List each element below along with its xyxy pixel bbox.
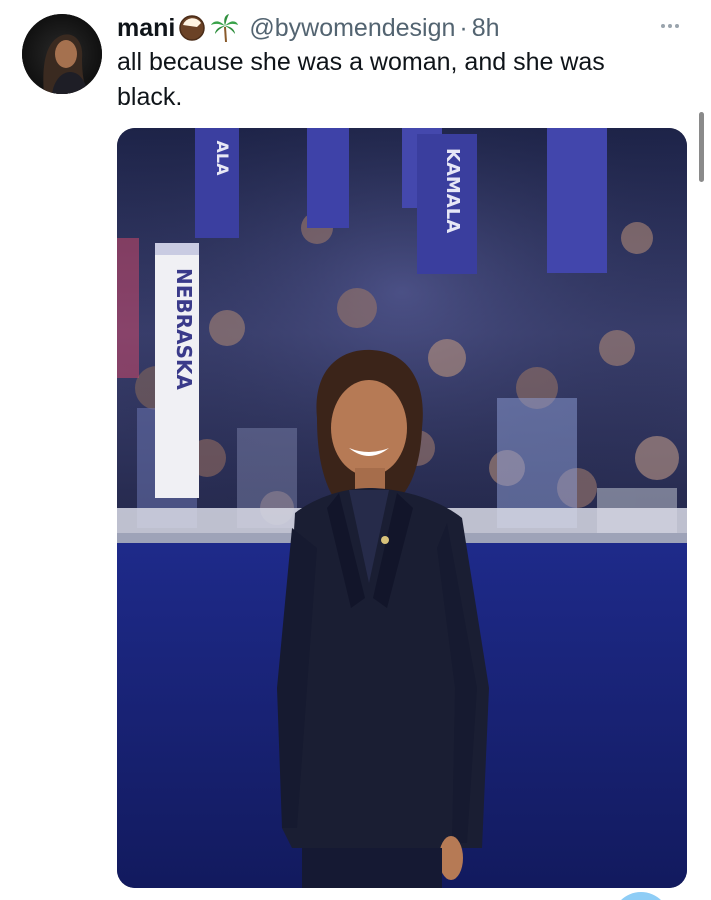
- palm-tree-icon: [209, 13, 239, 43]
- avatar[interactable]: [22, 14, 102, 94]
- more-horizontal-icon[interactable]: [654, 14, 686, 38]
- user-handle[interactable]: @bywomendesign: [249, 12, 455, 44]
- sign-text-kamala: KAMALA: [442, 148, 463, 233]
- compose-button[interactable]: [612, 892, 670, 900]
- tweet-text: all because she was a woman, and she was…: [117, 48, 605, 111]
- scrollbar[interactable]: [699, 112, 704, 182]
- photo-image: ALA KAMALA NEBRASKA: [117, 128, 687, 888]
- sign-text-ala: ALA: [213, 141, 232, 177]
- coconut-icon: [177, 13, 207, 43]
- tweet-media-photo[interactable]: ALA KAMALA NEBRASKA: [117, 128, 687, 888]
- tweet-header: mani @bywomendesign · 8h: [117, 12, 500, 44]
- tweet[interactable]: mani @bywomendesign · 8h all because she: [0, 0, 711, 900]
- avatar-image: [22, 14, 102, 94]
- display-name[interactable]: mani: [117, 12, 175, 44]
- sign-text-nebraska: NEBRASKA: [172, 268, 196, 390]
- separator: ·: [459, 14, 468, 42]
- timestamp[interactable]: 8h: [472, 12, 500, 44]
